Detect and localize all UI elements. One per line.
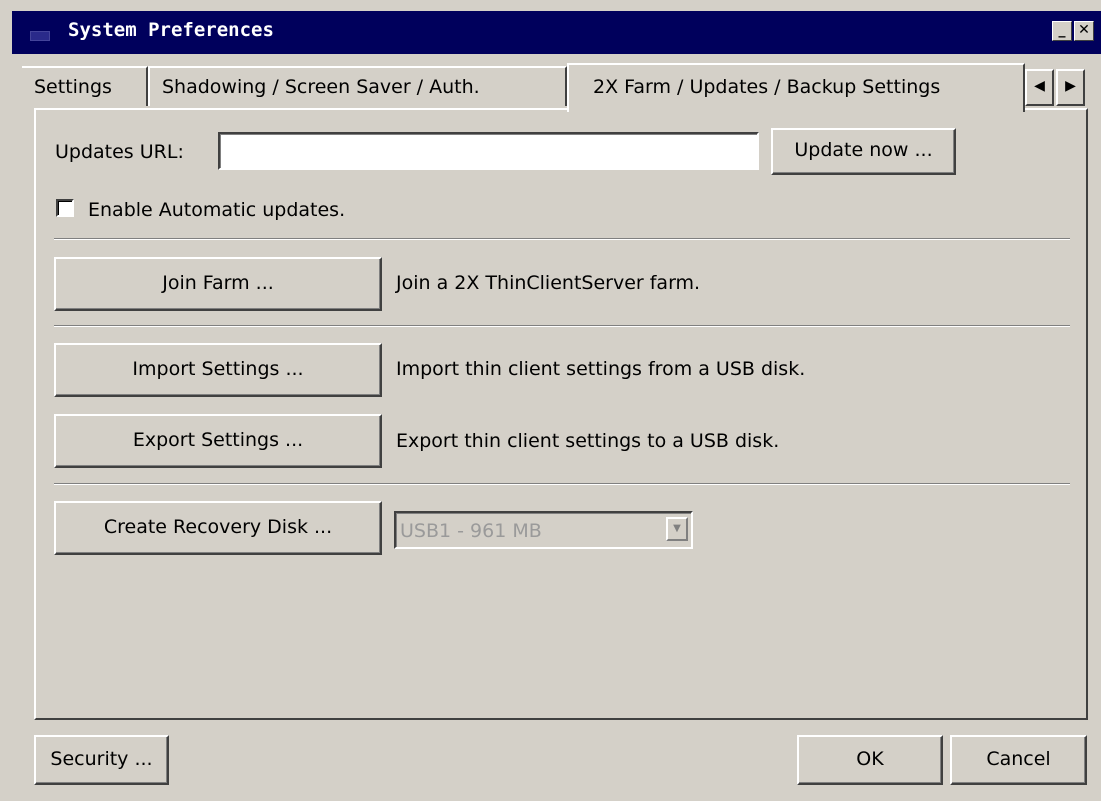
chevron-down-icon: ▼ <box>666 517 688 541</box>
recovery-disk-select: USB1 - 961 MB ▼ <box>394 511 693 549</box>
import-settings-description: Import thin client settings from a USB d… <box>396 358 806 380</box>
window-title: System Preferences <box>68 19 274 41</box>
updates-url-input[interactable] <box>218 132 759 170</box>
minimize-icon[interactable]: _ <box>1052 21 1072 41</box>
cancel-button[interactable]: Cancel <box>950 735 1087 785</box>
join-farm-button[interactable]: Join Farm ... <box>54 257 382 311</box>
separator <box>54 483 1070 485</box>
create-recovery-disk-button[interactable]: Create Recovery Disk ... <box>54 501 382 555</box>
tab-shadowing[interactable]: Shadowing / Screen Saver / Auth. <box>148 66 567 106</box>
separator <box>54 238 1070 240</box>
title-bar: System Preferences _ ✕ <box>12 11 1101 54</box>
separator <box>54 325 1070 327</box>
close-icon[interactable]: ✕ <box>1074 21 1094 41</box>
security-button[interactable]: Security ... <box>34 735 169 785</box>
export-settings-button[interactable]: Export Settings ... <box>54 414 382 468</box>
updates-url-label: Updates URL: <box>55 141 184 163</box>
tab-scroll-buttons: ◀ ▶ <box>1025 69 1087 106</box>
tab-settings[interactable]: Settings <box>22 66 148 106</box>
triangle-right-icon[interactable]: ▶ <box>1056 69 1085 106</box>
auto-updates-checkbox[interactable] <box>56 199 74 217</box>
tab-farm-updates-backup-label: 2X Farm / Updates / Backup Settings <box>593 76 941 98</box>
import-settings-button[interactable]: Import Settings ... <box>54 343 382 397</box>
window-menu-icon[interactable] <box>30 31 50 41</box>
tab-strip: Settings Shadowing / Screen Saver / Auth… <box>22 63 1088 112</box>
triangle-left-icon[interactable]: ◀ <box>1025 69 1054 106</box>
recovery-disk-selected: USB1 - 961 MB <box>400 520 542 542</box>
update-now-button[interactable]: Update now ... <box>771 128 956 175</box>
ok-button[interactable]: OK <box>797 735 943 785</box>
tab-farm-updates-backup[interactable]: 2X Farm / Updates / Backup Settings <box>567 63 1025 112</box>
tab-shadowing-label: Shadowing / Screen Saver / Auth. <box>162 76 480 98</box>
auto-updates-label: Enable Automatic updates. <box>88 199 346 221</box>
join-farm-description: Join a 2X ThinClientServer farm. <box>396 272 701 294</box>
tab-settings-label: Settings <box>34 76 112 98</box>
export-settings-description: Export thin client settings to a USB dis… <box>396 430 780 452</box>
